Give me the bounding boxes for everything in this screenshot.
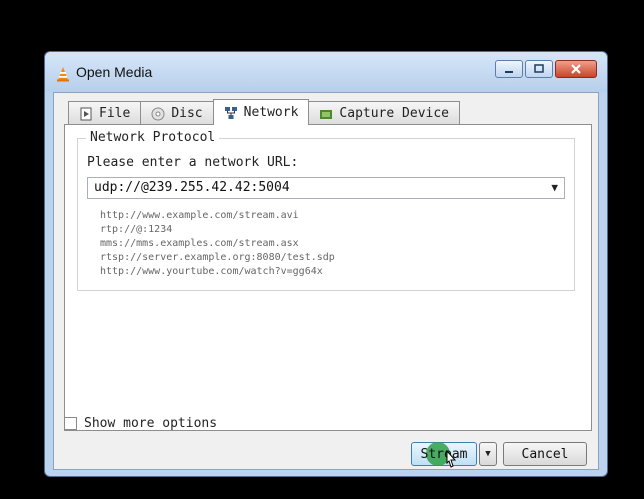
network-protocol-group: Network Protocol Please enter a network … bbox=[77, 130, 575, 291]
url-example: mms://mms.examples.com/stream.asx bbox=[100, 238, 299, 249]
tab-file-label: File bbox=[99, 106, 131, 121]
tab-capture-device-label: Capture Device bbox=[339, 106, 449, 121]
stream-dropdown-button[interactable]: ▼ bbox=[479, 442, 497, 466]
tab-capture-device[interactable]: Capture Device bbox=[308, 101, 460, 125]
url-example: http://www.yourtube.com/watch?v=gg64x bbox=[100, 266, 323, 277]
url-examples: http://www.example.com/stream.avi rtp://… bbox=[100, 209, 335, 279]
chevron-down-icon: ▼ bbox=[485, 449, 491, 459]
maximize-icon bbox=[534, 64, 544, 73]
dropdown-arrow-icon[interactable]: ▼ bbox=[551, 181, 558, 194]
tab-bar: File Disc Network Capture Device bbox=[68, 99, 460, 125]
group-title: Network Protocol bbox=[86, 130, 220, 145]
url-example: rtsp://server.example.org:8080/test.sdp bbox=[100, 252, 335, 263]
show-more-options[interactable]: Show more options bbox=[64, 416, 217, 431]
minimize-icon bbox=[505, 71, 513, 73]
tab-network[interactable]: Network bbox=[212, 99, 310, 125]
capture-device-icon bbox=[320, 109, 333, 119]
tab-disc-label: Disc bbox=[171, 106, 203, 121]
url-example: rtp://@:1234 bbox=[100, 224, 173, 235]
vlc-cone-icon bbox=[57, 67, 69, 82]
tab-network-label: Network bbox=[243, 105, 299, 120]
maximize-button[interactable] bbox=[525, 60, 553, 78]
network-url-combobox[interactable]: udp://@239.255.42.42:5004 ▼ bbox=[87, 177, 565, 199]
dialog-body: File Disc Network Capture Device Network… bbox=[53, 92, 599, 470]
cancel-button-label: Cancel bbox=[521, 446, 569, 462]
network-url-value[interactable]: udp://@239.255.42.42:5004 bbox=[94, 180, 290, 195]
window-title: Open Media bbox=[76, 64, 153, 80]
cancel-button[interactable]: Cancel bbox=[503, 442, 587, 466]
minimize-button[interactable] bbox=[495, 60, 523, 78]
network-icon bbox=[224, 106, 237, 119]
file-icon bbox=[80, 107, 92, 120]
show-more-options-label: Show more options bbox=[84, 416, 218, 431]
network-panel: Network Protocol Please enter a network … bbox=[64, 124, 592, 431]
disc-icon bbox=[151, 107, 165, 120]
close-button[interactable] bbox=[555, 60, 597, 78]
tab-file[interactable]: File bbox=[68, 101, 142, 125]
show-more-options-checkbox[interactable] bbox=[64, 417, 77, 430]
url-example: http://www.example.com/stream.avi bbox=[100, 210, 299, 221]
tab-disc[interactable]: Disc bbox=[140, 101, 214, 125]
mouse-pointer-icon bbox=[446, 450, 457, 468]
open-media-window: Open Media File Disc Network Capture Dev… bbox=[44, 51, 608, 477]
close-icon bbox=[571, 64, 581, 74]
title-bar[interactable]: Open Media bbox=[45, 52, 607, 92]
url-label: Please enter a network URL: bbox=[87, 155, 299, 170]
